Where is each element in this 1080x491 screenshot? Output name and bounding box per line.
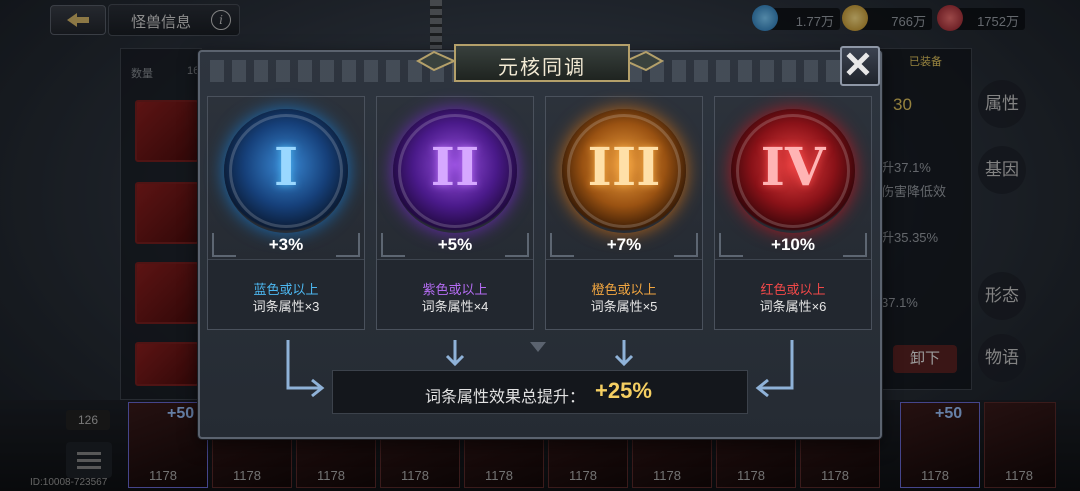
dialog-title: 元核同调 bbox=[498, 57, 586, 79]
tier-numeral: I bbox=[273, 137, 299, 198]
title-wing-right-decoration bbox=[626, 50, 665, 72]
corner-decoration bbox=[336, 233, 360, 257]
card-top: I +3% bbox=[208, 97, 364, 260]
tier-orb-icon: I bbox=[224, 109, 348, 233]
corner-decoration bbox=[674, 233, 698, 257]
card-top: II +5% bbox=[377, 97, 533, 260]
center-arrow-decoration bbox=[530, 342, 546, 352]
attribute-requirement: 词条属性×3 bbox=[252, 299, 320, 314]
card-top: III +7% bbox=[546, 97, 702, 260]
tier-orb-icon: II bbox=[393, 109, 517, 233]
resonance-card-3: III +7% 橙色或以上 词条属性×5 bbox=[545, 96, 703, 330]
title-wing-left-decoration bbox=[415, 50, 454, 72]
total-bonus-label: 词条属性效果总提升： bbox=[425, 389, 586, 406]
tier-orb-icon: IV bbox=[731, 109, 855, 233]
attribute-requirement: 词条属性×6 bbox=[759, 299, 827, 314]
corner-decoration bbox=[843, 233, 867, 257]
corner-decoration bbox=[505, 233, 529, 257]
corner-decoration bbox=[212, 233, 236, 257]
tier-numeral: IV bbox=[760, 137, 826, 198]
resonance-card-4: IV +10% 红色或以上 词条属性×6 bbox=[714, 96, 872, 330]
tier-numeral: III bbox=[587, 137, 661, 198]
tier-numeral: II bbox=[430, 137, 480, 198]
dialog-title-plate: 元核同调 bbox=[454, 44, 630, 82]
attribute-requirement: 词条属性×5 bbox=[590, 299, 658, 314]
total-bonus-value: +25% bbox=[595, 378, 652, 403]
corner-decoration bbox=[719, 233, 743, 257]
close-icon bbox=[846, 52, 870, 76]
close-button[interactable] bbox=[840, 46, 880, 86]
corner-decoration bbox=[550, 233, 574, 257]
card-top: IV +10% bbox=[715, 97, 871, 260]
resonance-card-2: II +5% 紫色或以上 词条属性×4 bbox=[376, 96, 534, 330]
corner-decoration bbox=[381, 233, 405, 257]
total-bonus-box: 词条属性效果总提升： +25% bbox=[332, 370, 748, 414]
tier-orb-icon: III bbox=[562, 109, 686, 233]
resonance-card-1: I +3% 蓝色或以上 词条属性×3 bbox=[207, 96, 365, 330]
attribute-requirement: 词条属性×4 bbox=[421, 299, 489, 314]
